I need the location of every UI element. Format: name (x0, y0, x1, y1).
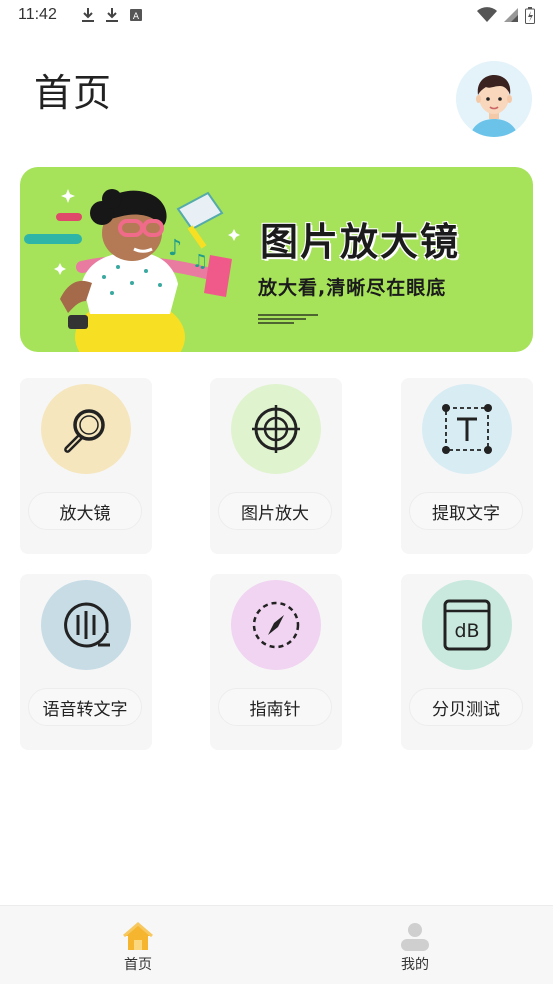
crosshair-icon (252, 405, 300, 453)
tab-label: 我的 (401, 957, 429, 973)
feature-label: 指南针 (218, 688, 332, 726)
svg-text:dB: dB (454, 620, 479, 642)
feature-label: 分贝测试 (409, 688, 523, 726)
feature-circle (422, 384, 512, 474)
feature-circle (41, 580, 131, 670)
tab-home[interactable]: 首页 (78, 906, 198, 984)
a-box-icon: A (129, 9, 142, 22)
promo-banner[interactable]: ♪ ♫ 图片放大镜 放大看,清晰尽在眼底 (20, 167, 533, 352)
page-title: 首页 (34, 71, 113, 115)
feature-circle: dB (422, 580, 512, 670)
banner-title: 图片放大镜 (260, 220, 461, 264)
avatar-boy-icon (456, 61, 532, 137)
home-icon (123, 922, 153, 950)
feature-circle (41, 384, 131, 474)
svg-text:♪: ♪ (168, 236, 182, 261)
feature-card-decibel[interactable]: dB 分贝测试 (401, 574, 533, 750)
tab-label: 首页 (124, 957, 152, 973)
voice-text-icon (64, 602, 110, 648)
feature-card-magnifier[interactable]: 放大镜 (20, 378, 152, 554)
status-right (477, 6, 535, 24)
feature-card-voice-to-text[interactable]: 语音转文字 (20, 574, 152, 750)
text-extract-icon (442, 404, 492, 454)
status-time: 11:42 (18, 6, 57, 23)
feature-label: 语音转文字 (28, 688, 142, 726)
user-icon (401, 923, 429, 951)
banner-subtitle: 放大看,清晰尽在眼底 (258, 277, 447, 299)
decorative-lines (258, 314, 318, 324)
compass-icon (252, 601, 300, 649)
feature-card-image-zoom[interactable]: 图片放大 (210, 378, 342, 554)
download-icon (81, 8, 94, 22)
download-icon (105, 8, 118, 22)
svg-text:A: A (133, 12, 140, 22)
feature-card-compass[interactable]: 指南针 (210, 574, 342, 750)
wifi-icon (477, 7, 497, 22)
tab-mine[interactable]: 我的 (355, 906, 475, 984)
status-bar: 11:42 A (0, 0, 553, 30)
feature-label: 提取文字 (409, 492, 523, 530)
banner-illustration: ♪ ♫ (24, 189, 240, 352)
avatar[interactable] (456, 61, 532, 137)
status-left: 11:42 A (18, 6, 143, 24)
decibel-icon: dB (443, 599, 491, 651)
svg-text:♫: ♫ (192, 251, 208, 272)
bottom-tab-bar: 首页 我的 (0, 905, 553, 984)
feature-circle (231, 580, 321, 670)
signal-icon (504, 8, 518, 22)
magnifier-icon (64, 409, 105, 453)
battery-icon (525, 6, 535, 24)
feature-label: 图片放大 (218, 492, 332, 530)
feature-card-extract-text[interactable]: 提取文字 (401, 378, 533, 554)
feature-circle (231, 384, 321, 474)
feature-label: 放大镜 (28, 492, 142, 530)
